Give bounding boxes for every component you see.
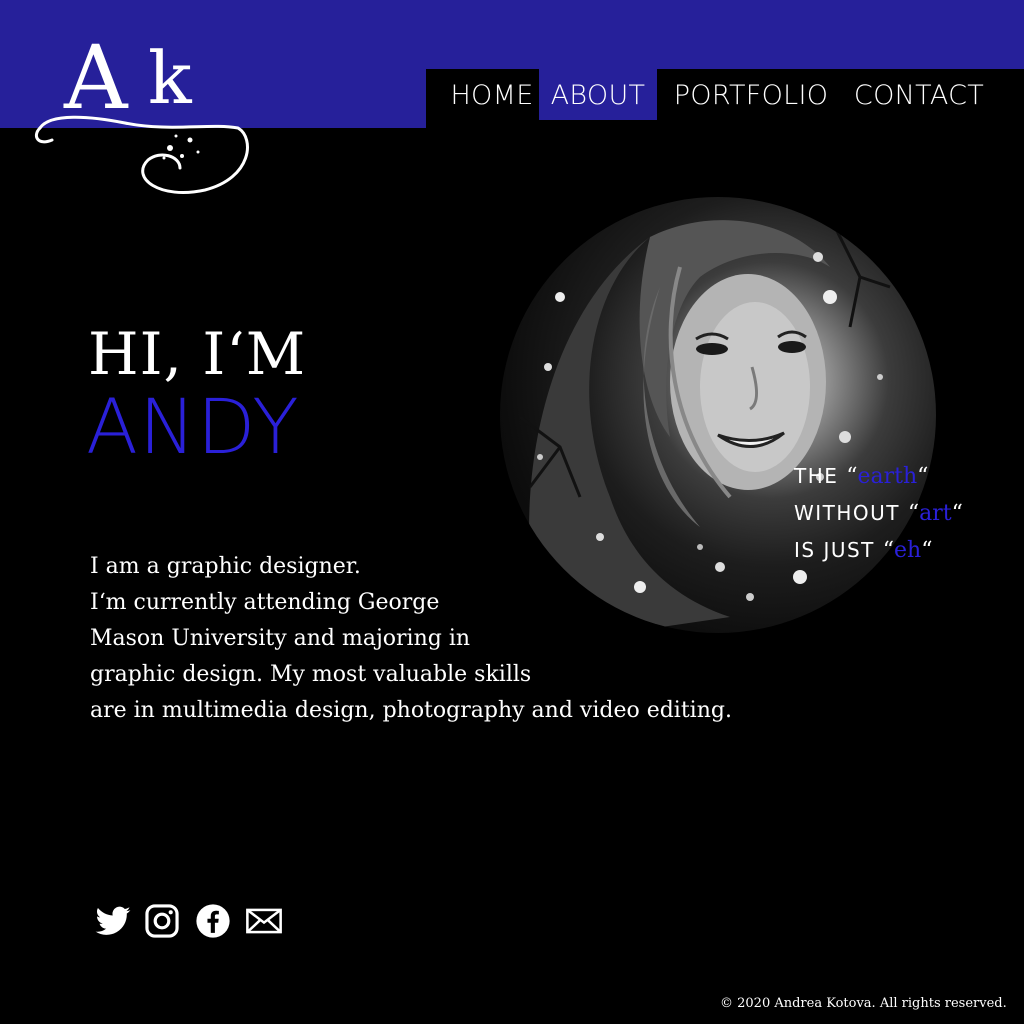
nav-contact[interactable]: CONTACT — [852, 69, 986, 120]
nav-portfolio[interactable]: PORTFOLIO — [672, 69, 830, 120]
quote-line-3: IS JUST “eh“ — [794, 532, 963, 569]
bio-line: graphic design. My most valuable skills — [90, 662, 532, 687]
nav-home[interactable]: HOME — [444, 69, 540, 120]
quote-line-2: WITHOUT “art“ — [794, 495, 963, 532]
quote-word: earth — [857, 464, 918, 489]
quote-prefix: THE — [794, 464, 847, 488]
logo[interactable]: A k — [30, 26, 260, 198]
bio-line: are in multimedia design, photography an… — [90, 698, 732, 723]
quote-open-mark: “ — [882, 538, 895, 563]
quote-open-mark: “ — [846, 464, 858, 489]
name-heading: ANDY — [86, 382, 300, 471]
quote-close-mark: “ — [951, 501, 963, 526]
quote-close-mark: “ — [921, 538, 933, 563]
nav-about[interactable]: ABOUT — [539, 69, 657, 120]
twitter-icon[interactable] — [94, 902, 132, 940]
quote-prefix: IS JUST — [794, 538, 883, 562]
instagram-icon[interactable] — [143, 902, 181, 940]
quote-word: art — [919, 501, 952, 526]
mail-icon[interactable] — [245, 902, 283, 940]
quote-close-mark: “ — [917, 464, 929, 489]
greeting-heading: HI, I‘M — [88, 320, 307, 388]
facebook-icon[interactable] — [194, 902, 232, 940]
main-nav: HOME ABOUT PORTFOLIO CONTACT — [426, 69, 1024, 128]
quote-open-mark: “ — [907, 501, 920, 526]
quote-prefix: WITHOUT — [794, 501, 908, 525]
copyright-text: © 2020 Andrea Kotova. All rights reserve… — [720, 996, 1007, 1011]
logo-swirl — [35, 115, 249, 194]
quote-block: THE “earth“ WITHOUT “art“ IS JUST “eh“ — [794, 458, 963, 569]
quote-word: eh — [894, 538, 922, 563]
quote-line-1: THE “earth“ — [794, 458, 963, 495]
